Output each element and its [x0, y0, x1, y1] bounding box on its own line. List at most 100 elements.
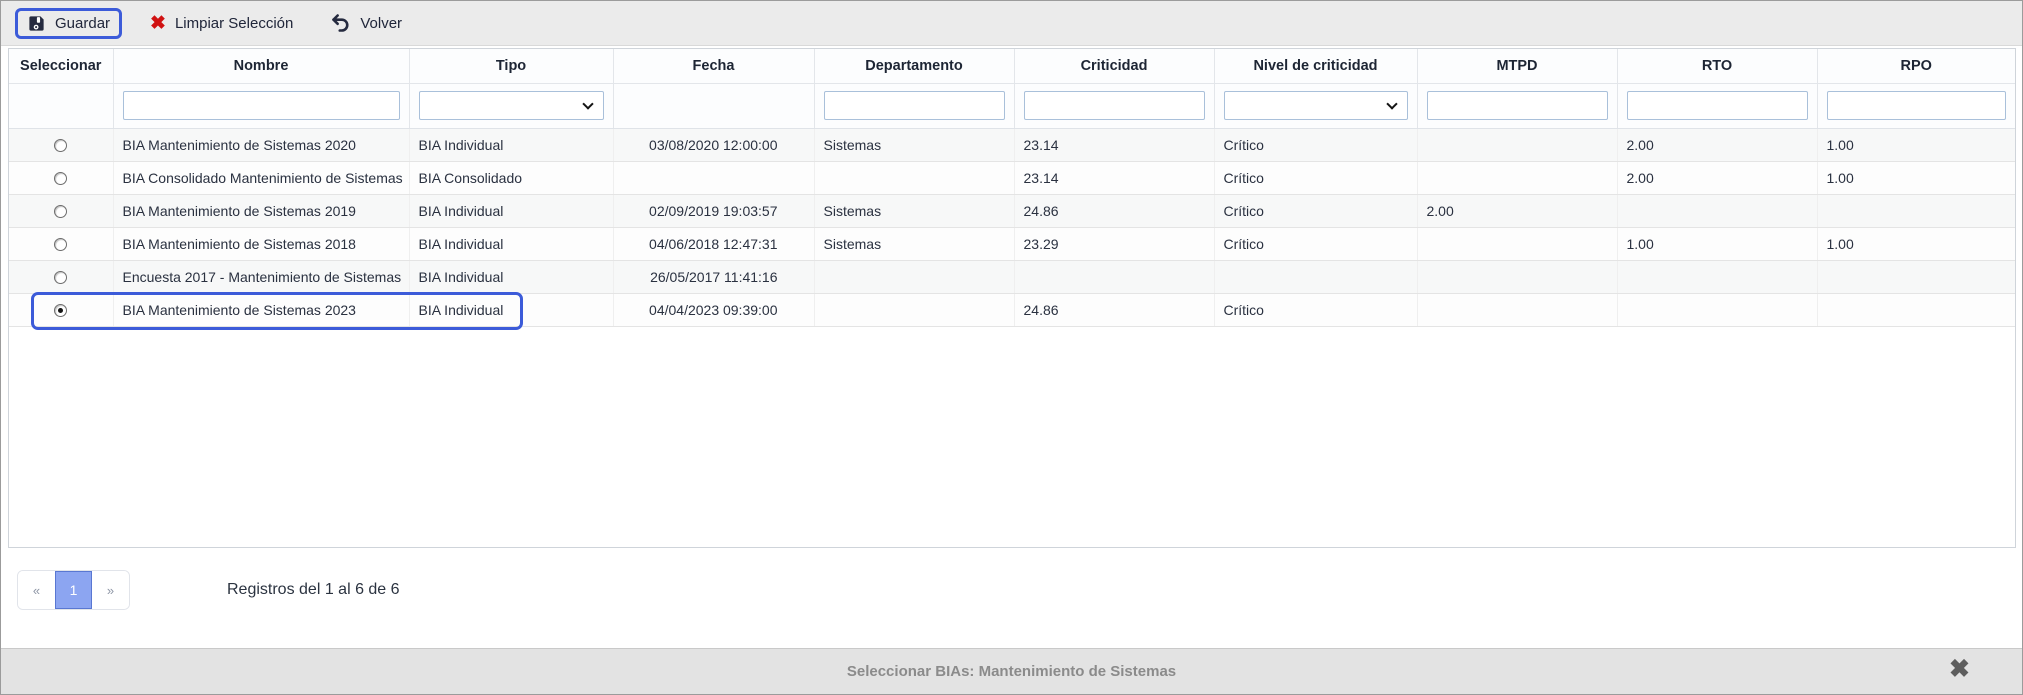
cell-mtpd [1417, 161, 1617, 194]
cell-tipo: BIA Individual [409, 260, 613, 293]
cell-tipo: BIA Individual [409, 293, 613, 326]
cell-fecha: 02/09/2019 19:03:57 [613, 194, 814, 227]
cell-nombre: BIA Consolidado Mantenimiento de Sistema… [113, 161, 409, 194]
table-row[interactable]: BIA Mantenimiento de Sistemas 2018 BIA I… [9, 227, 2015, 260]
table-row[interactable]: BIA Consolidado Mantenimiento de Sistema… [9, 161, 2015, 194]
cell-fecha: 04/06/2018 12:47:31 [613, 227, 814, 260]
pagination-next-button[interactable]: » [92, 571, 129, 609]
cell-rpo [1817, 194, 2015, 227]
cell-rpo: 1.00 [1817, 161, 2015, 194]
cell-departamento [814, 293, 1014, 326]
clear-x-icon: ✖ [150, 14, 166, 33]
cell-departamento [814, 260, 1014, 293]
cell-departamento: Sistemas [814, 194, 1014, 227]
dialog-title: Seleccionar BIAs: Mantenimiento de Siste… [847, 663, 1176, 680]
column-header-departamento: Departamento [814, 49, 1014, 83]
cell-fecha [613, 161, 814, 194]
row-radio-button[interactable] [54, 205, 67, 218]
table-row[interactable]: Encuesta 2017 - Mantenimiento de Sistema… [9, 260, 2015, 293]
cell-nivel-criticidad: Crítico [1214, 227, 1417, 260]
undo-arrow-icon [331, 13, 351, 33]
clear-selection-button[interactable]: ✖ Limpiar Selección [140, 9, 303, 38]
cell-mtpd: 2.00 [1417, 194, 1617, 227]
cell-tipo: BIA Individual [409, 128, 613, 161]
chevron-down-icon [1386, 98, 1397, 109]
seleccionar-filter-cell [9, 83, 113, 128]
save-button[interactable]: Guardar [15, 8, 122, 39]
cell-fecha: 26/05/2017 11:41:16 [613, 260, 814, 293]
cell-rto [1617, 260, 1817, 293]
column-header-nivel-criticidad: Nivel de criticidad [1214, 49, 1417, 83]
back-button-label: Volver [360, 15, 402, 32]
cell-criticidad: 24.86 [1014, 194, 1214, 227]
cell-mtpd [1417, 260, 1617, 293]
cell-criticidad: 23.29 [1014, 227, 1214, 260]
cell-rpo: 1.00 [1817, 128, 2015, 161]
rpo-filter-input[interactable] [1827, 91, 2007, 120]
row-radio-button[interactable] [54, 172, 67, 185]
tipo-filter-select[interactable] [419, 91, 604, 120]
cell-criticidad: 24.86 [1014, 293, 1214, 326]
row-radio-button[interactable] [54, 139, 67, 152]
cell-criticidad: 23.14 [1014, 161, 1214, 194]
row-radio-button[interactable] [54, 271, 67, 284]
cell-nivel-criticidad: Crítico [1214, 194, 1417, 227]
column-header-seleccionar: Seleccionar [9, 49, 113, 83]
cell-departamento: Sistemas [814, 227, 1014, 260]
cell-rto: 1.00 [1617, 227, 1817, 260]
nombre-filter-input[interactable] [123, 91, 400, 120]
column-header-rpo: RPO [1817, 49, 2015, 83]
close-icon[interactable]: ✖ [1949, 657, 1970, 682]
cell-nivel-criticidad: Crítico [1214, 293, 1417, 326]
table-row-selected[interactable]: BIA Mantenimiento de Sistemas 2023 BIA I… [9, 293, 2015, 326]
cell-rpo: 1.00 [1817, 227, 2015, 260]
cell-departamento [814, 161, 1014, 194]
row-radio-button[interactable] [54, 304, 67, 317]
column-header-mtpd: MTPD [1417, 49, 1617, 83]
cell-criticidad: 23.14 [1014, 128, 1214, 161]
pagination: « 1 » [17, 570, 130, 610]
cell-tipo: BIA Individual [409, 194, 613, 227]
cell-rto [1617, 293, 1817, 326]
clear-selection-label: Limpiar Selección [175, 15, 293, 32]
chevron-down-icon [582, 98, 593, 109]
departamento-filter-input[interactable] [824, 91, 1005, 120]
criticidad-filter-input[interactable] [1024, 91, 1205, 120]
records-summary: Registros del 1 al 6 de 6 [227, 581, 400, 599]
save-button-label: Guardar [55, 15, 110, 32]
column-header-fecha: Fecha [613, 49, 814, 83]
cell-mtpd [1417, 227, 1617, 260]
cell-rpo [1817, 260, 2015, 293]
cell-nivel-criticidad: Crítico [1214, 161, 1417, 194]
mtpd-filter-input[interactable] [1427, 91, 1608, 120]
cell-tipo: BIA Individual [409, 227, 613, 260]
cell-criticidad [1014, 260, 1214, 293]
cell-rpo [1817, 293, 2015, 326]
cell-rto [1617, 194, 1817, 227]
cell-fecha: 04/04/2023 09:39:00 [613, 293, 814, 326]
cell-nombre: BIA Mantenimiento de Sistemas 2019 [113, 194, 409, 227]
pagination-prev-button[interactable]: « [18, 571, 55, 609]
cell-fecha: 03/08/2020 12:00:00 [613, 128, 814, 161]
cell-nombre: BIA Mantenimiento de Sistemas 2020 [113, 128, 409, 161]
filter-row [9, 83, 2015, 128]
cell-nivel-criticidad: Crítico [1214, 128, 1417, 161]
toolbar: Guardar ✖ Limpiar Selección Volver [1, 1, 2022, 46]
fecha-filter-cell [613, 83, 814, 128]
cell-mtpd [1417, 293, 1617, 326]
column-header-nombre: Nombre [113, 49, 409, 83]
nivel-criticidad-filter-select[interactable] [1224, 91, 1408, 120]
column-header-criticidad: Criticidad [1014, 49, 1214, 83]
cell-nombre: BIA Mantenimiento de Sistemas 2018 [113, 227, 409, 260]
cell-nivel-criticidad [1214, 260, 1417, 293]
pagination-page-1-button[interactable]: 1 [55, 571, 92, 609]
rto-filter-input[interactable] [1627, 91, 1808, 120]
column-header-rto: RTO [1617, 49, 1817, 83]
cell-nombre: Encuesta 2017 - Mantenimiento de Sistema… [113, 260, 409, 293]
table-row[interactable]: BIA Mantenimiento de Sistemas 2020 BIA I… [9, 128, 2015, 161]
cell-rto: 2.00 [1617, 161, 1817, 194]
row-radio-button[interactable] [54, 238, 67, 251]
table-row[interactable]: BIA Mantenimiento de Sistemas 2019 BIA I… [9, 194, 2015, 227]
save-icon [27, 14, 46, 33]
back-button[interactable]: Volver [321, 8, 412, 38]
